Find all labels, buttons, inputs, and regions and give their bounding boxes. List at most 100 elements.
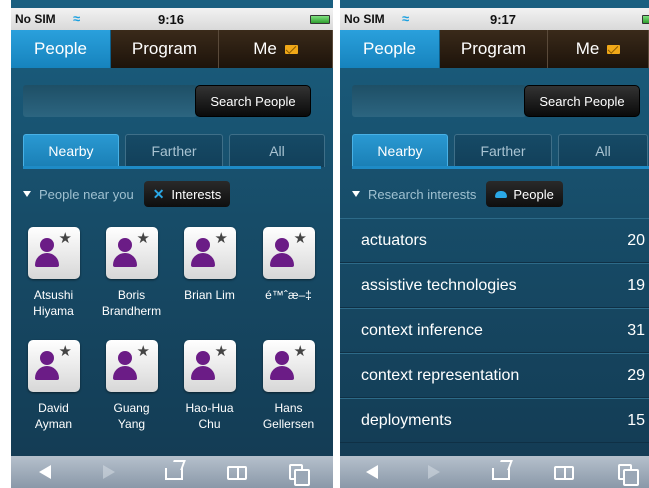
star-icon: ★ [136,343,150,360]
segment-tabs: Nearby Farther All [23,134,331,167]
list-item[interactable]: deployments 15 [340,398,649,443]
person-card[interactable]: ★ Guang Yang [94,340,169,432]
segment-underline [23,166,321,169]
tab-program-label: Program [460,39,527,58]
interest-name: deployments [361,411,452,429]
person-name: Hans Gellersen [262,401,315,431]
star-icon: ★ [136,230,150,247]
tab-program[interactable]: Program [111,30,219,68]
left-screen: No SIM ≈ 9:16 People Program Me Search P… [11,0,333,488]
list-item[interactable]: context inference 31 [340,308,649,353]
disclosure-triangle-icon[interactable] [23,191,31,197]
segment-underline [352,166,649,169]
search-people-button[interactable]: Search People [524,85,640,117]
search-input[interactable] [23,85,197,117]
interest-count: 29 [627,366,645,384]
tab-people[interactable]: People [11,30,111,68]
person-name: Brian Lim [184,288,235,302]
wifi-icon: ≈ [402,11,410,26]
star-icon: ★ [293,343,307,360]
carrier-label: No SIM [15,12,56,26]
star-icon: ★ [214,230,228,247]
disclosure-triangle-icon[interactable] [352,191,360,197]
bookmarks-icon[interactable] [227,466,247,480]
forward-icon[interactable] [428,465,440,479]
star-icon: ★ [58,230,72,247]
battery-icon [642,15,649,24]
top-tab-bar: People Program Me [340,30,649,68]
list-item[interactable]: context representation 29 [340,353,649,398]
avatar: ★ [262,340,315,392]
status-bar: No SIM ≈ 9:16 [11,8,333,30]
top-tab-bar: People Program Me [11,30,333,68]
segment-farther[interactable]: Farther [454,134,552,167]
pages-icon[interactable] [289,464,310,486]
interest-name: context representation [361,366,520,384]
battery-icon [310,15,330,24]
section-label: Research interests [368,186,477,202]
person-card[interactable]: ★ Atsushi Hiyama [16,227,91,319]
star-icon: ★ [58,343,72,360]
segment-all[interactable]: All [558,134,648,167]
tab-people-label: People [363,39,416,58]
interest-name: actuators [361,231,427,249]
segment-nearby[interactable]: Nearby [352,134,448,167]
tab-people-label: People [34,39,87,58]
cloud-icon [495,190,508,198]
tab-program[interactable]: Program [440,30,548,68]
person-name: Hao-Hua Chu [185,401,234,431]
tab-me[interactable]: Me [548,30,649,68]
clock: 9:16 [158,12,185,27]
star-icon: ★ [214,343,228,360]
person-name: Boris Brandherm [101,288,162,318]
interests-toggle-button[interactable]: ✕ Interests [143,181,231,207]
avatar: ★ [183,340,236,392]
person-name: Guang Yang [113,401,150,431]
segment-nearby[interactable]: Nearby [23,134,119,167]
search-people-button[interactable]: Search People [195,85,311,117]
chip-label: People [513,186,554,202]
back-icon[interactable] [366,465,378,479]
status-bar: No SIM ≈ 9:17 [340,8,649,30]
list-item[interactable]: actuators 20 [340,218,649,263]
carrier-label: No SIM [344,12,385,26]
tab-people[interactable]: People [340,30,440,68]
browser-toolbar [340,456,649,488]
person-name: é™ˆæ–‡ [265,288,312,302]
interest-count: 19 [627,276,645,294]
pages-icon[interactable] [618,464,639,486]
browser-toolbar [11,456,333,488]
back-icon[interactable] [39,465,51,479]
interest-name: context inference [361,321,483,339]
wifi-icon: ≈ [73,11,81,26]
share-icon[interactable] [165,468,183,480]
interest-count: 15 [627,411,645,429]
share-icon[interactable] [492,468,510,480]
search-input[interactable] [352,85,526,117]
avatar: ★ [105,340,158,392]
avatar: ★ [262,227,315,279]
person-card[interactable]: ★ Hans Gellersen [251,340,326,432]
person-card[interactable]: ★ Brian Lim [172,227,247,303]
tab-me[interactable]: Me [219,30,333,68]
tab-program-label: Program [131,39,198,58]
tab-me-label: Me [253,39,277,58]
people-toggle-button[interactable]: People [486,181,563,207]
person-card[interactable]: ★ é™ˆæ–‡ [251,227,326,303]
person-card[interactable]: ★ Hao-Hua Chu [172,340,247,432]
list-item[interactable]: assistive technologies 19 [340,263,649,308]
segment-all[interactable]: All [229,134,325,167]
avatar: ★ [105,227,158,279]
tab-me-label: Me [575,39,600,58]
clock: 9:17 [490,12,517,27]
forward-icon[interactable] [103,465,115,479]
interest-name: assistive technologies [361,276,517,294]
segment-farther[interactable]: Farther [125,134,223,167]
bookmarks-icon[interactable] [554,466,574,480]
interest-count: 31 [627,321,645,339]
person-card[interactable]: ★ Boris Brandherm [94,227,169,319]
avatar: ★ [27,340,80,392]
section-label: People near you [39,186,134,202]
chip-label: Interests [171,186,222,202]
person-card[interactable]: ★ David Ayman [16,340,91,432]
